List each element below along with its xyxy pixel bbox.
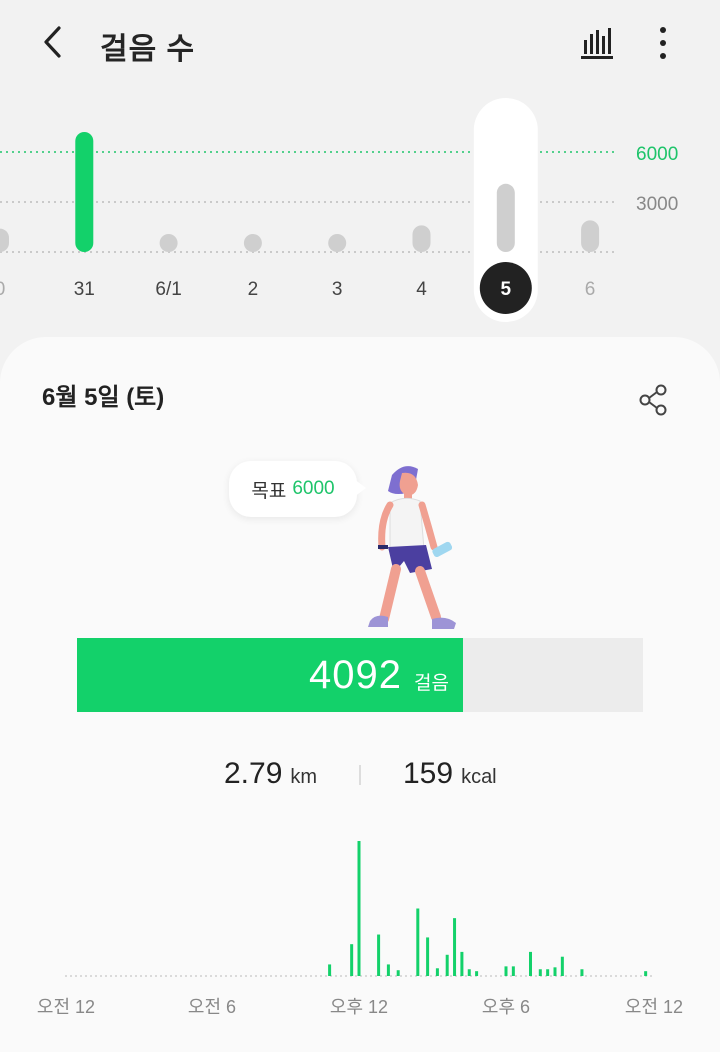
day-bar-0 xyxy=(0,228,9,252)
distance-unit: km xyxy=(290,766,318,788)
day-bar-6 xyxy=(581,220,600,252)
walking-person-illustration xyxy=(368,466,456,629)
trends-button[interactable] xyxy=(574,22,616,64)
hourly-bar xyxy=(377,934,381,976)
goal-line-label: 6000 xyxy=(636,144,679,165)
share-icon xyxy=(639,384,667,416)
day-label-2[interactable]: 2 xyxy=(223,279,283,301)
calories-unit: kcal xyxy=(461,766,497,788)
day-bar-4 xyxy=(412,225,431,252)
app-header: 걸음 수 xyxy=(0,0,720,90)
day-bar-31 xyxy=(75,132,94,252)
time-tick-label: 오전 12 xyxy=(36,997,96,1017)
hourly-steps-chart: 오전 12 오전 6 오후 12 오후 6 오전 12 xyxy=(0,817,720,1052)
bar-chart-icon xyxy=(581,28,613,59)
more-vert-icon xyxy=(660,27,666,59)
time-tick-label: 오전 12 xyxy=(624,997,684,1017)
steps-readout: 4092 걸음 xyxy=(309,638,449,712)
hourly-bar xyxy=(435,968,439,976)
stats-row: 2.79 km 159 kcal xyxy=(0,757,720,797)
day-detail-card: 6월 5일 (토) 목표 6000 4092 걸음 2.79 km 159 kc… xyxy=(0,337,720,1052)
goal-value: 6000 xyxy=(292,478,335,499)
hourly-bar xyxy=(350,944,354,976)
calories-value: 159 xyxy=(403,757,454,790)
day-label-4[interactable]: 4 xyxy=(392,279,452,301)
distance-stat: 2.79 km xyxy=(224,757,317,791)
goal-label: 목표 xyxy=(251,480,287,502)
time-tick-label: 오전 6 xyxy=(187,997,237,1017)
hourly-bar xyxy=(416,908,420,976)
more-options-button[interactable] xyxy=(642,22,684,64)
hourly-bar xyxy=(386,964,390,976)
day-label-5[interactable]: 5 xyxy=(476,279,536,301)
hourly-bar xyxy=(467,969,471,976)
steps-unit: 걸음 xyxy=(414,672,449,694)
hourly-bar xyxy=(445,954,449,976)
hourly-bar xyxy=(475,971,479,976)
hourly-bar xyxy=(529,951,532,976)
hourly-bar xyxy=(553,967,557,976)
day-bar-5 xyxy=(496,183,515,252)
stat-divider xyxy=(359,765,361,785)
hourly-bar xyxy=(511,966,515,976)
share-button[interactable] xyxy=(634,381,672,419)
day-bar-3 xyxy=(328,234,347,252)
day-bar-2 xyxy=(243,234,262,252)
time-tick-label: 오후 6 xyxy=(481,997,531,1017)
back-button[interactable] xyxy=(34,22,74,62)
back-arrow-icon xyxy=(44,26,61,58)
steps-count: 4092 xyxy=(309,652,403,697)
day-bar-6-1 xyxy=(159,234,178,252)
hourly-chart-canvas xyxy=(65,841,653,977)
hourly-bar xyxy=(560,956,564,976)
hourly-bar xyxy=(644,971,648,976)
time-tick-label: 오후 12 xyxy=(329,997,389,1017)
hourly-bar xyxy=(546,969,550,976)
distance-value: 2.79 xyxy=(224,757,283,790)
hourly-bar xyxy=(453,918,457,976)
steps-progress-bar: 4092 걸음 xyxy=(77,638,643,712)
hourly-bar xyxy=(504,966,508,976)
weekly-steps-chart[interactable]: 6000 3000 0 31 6/1 2 3 4 5 6 xyxy=(0,90,720,330)
page-title: 걸음 수 xyxy=(100,33,196,66)
day-label-6[interactable]: 6 xyxy=(560,279,620,301)
hourly-bar xyxy=(328,964,332,976)
day-label-0[interactable]: 0 xyxy=(0,279,30,301)
day-label-6-1[interactable]: 6/1 xyxy=(139,279,199,301)
calories-stat: 159 kcal xyxy=(403,757,497,791)
day-label-3[interactable]: 3 xyxy=(307,279,367,301)
hourly-bar xyxy=(396,970,400,976)
selected-date: 6월 5일 (토) xyxy=(42,384,165,411)
hourly-bar xyxy=(426,937,430,976)
hourly-bar xyxy=(460,951,464,976)
hourly-bar xyxy=(538,969,542,976)
hourly-bar xyxy=(357,841,361,976)
steps-progress-fill: 4092 걸음 xyxy=(77,638,463,712)
goal-bubble: 목표 6000 xyxy=(229,461,366,517)
mid-line-label: 3000 xyxy=(636,194,679,215)
hourly-bar xyxy=(580,969,584,976)
day-label-31[interactable]: 31 xyxy=(54,279,114,301)
